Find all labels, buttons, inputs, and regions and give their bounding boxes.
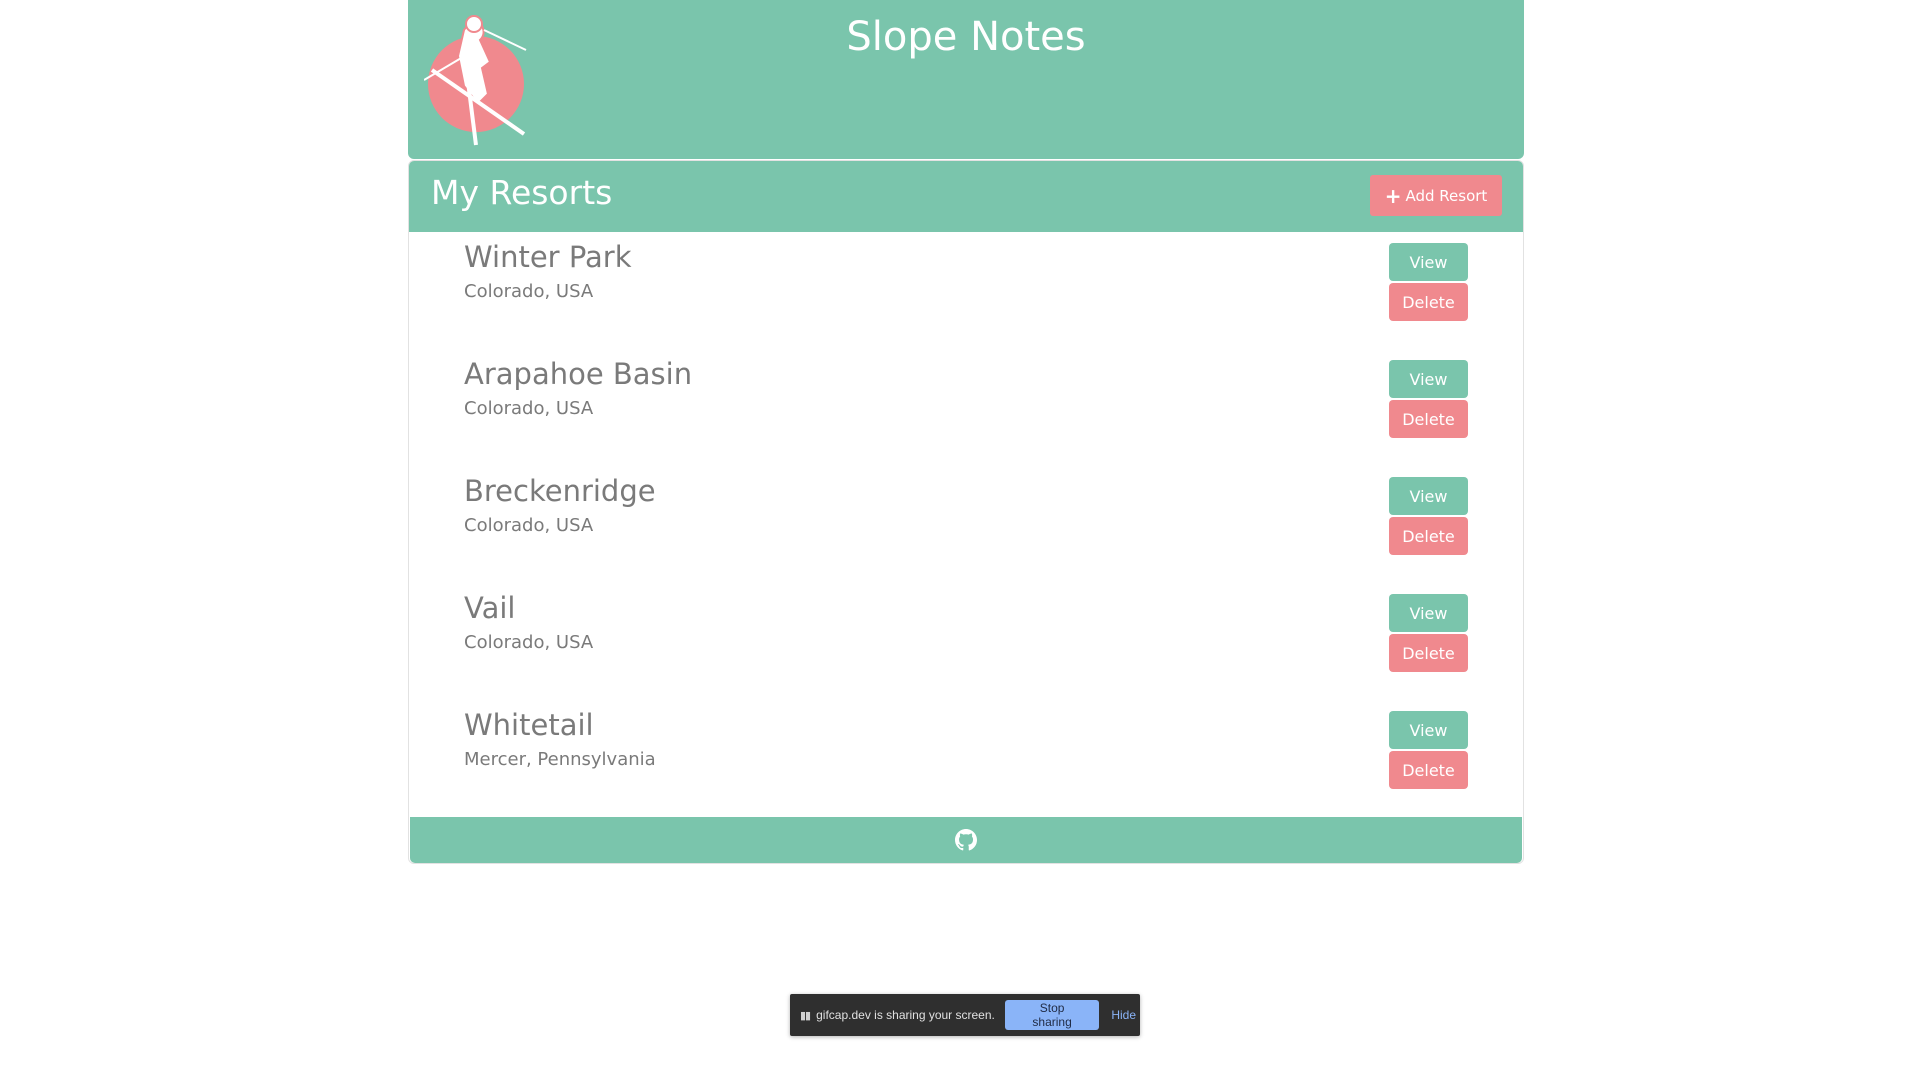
app-title: Slope Notes xyxy=(846,14,1086,60)
app-container: Slope Notes My Resorts + Add Resort Wint… xyxy=(408,0,1524,864)
stop-sharing-button[interactable]: Stop sharing xyxy=(1004,1000,1100,1030)
pause-icon: ▮▮ xyxy=(800,1008,811,1022)
resorts-card: My Resorts + Add Resort Winter Park Colo… xyxy=(408,160,1524,864)
list-item: Vail Colorado, USA View Delete xyxy=(409,583,1523,700)
delete-button[interactable]: Delete xyxy=(1389,634,1468,672)
resort-name: Whitetail xyxy=(464,708,594,742)
list-item: Arapahoe Basin Colorado, USA View Delete xyxy=(409,349,1523,466)
resort-location: Colorado, USA xyxy=(464,632,594,653)
view-button[interactable]: View xyxy=(1389,711,1468,749)
card-footer xyxy=(410,817,1522,863)
page-title: My Resorts xyxy=(431,173,613,212)
resort-name: Breckenridge xyxy=(464,474,656,508)
delete-button[interactable]: Delete xyxy=(1389,751,1468,789)
delete-button[interactable]: Delete xyxy=(1389,283,1468,321)
resort-name: Winter Park xyxy=(464,240,632,274)
plus-icon: + xyxy=(1384,183,1402,208)
resort-location: Mercer, Pennsylvania xyxy=(464,749,656,770)
resort-name: Vail xyxy=(464,591,516,625)
resort-name: Arapahoe Basin xyxy=(464,357,693,391)
view-button[interactable]: View xyxy=(1389,360,1468,398)
delete-button[interactable]: Delete xyxy=(1389,400,1468,438)
add-resort-button[interactable]: + Add Resort xyxy=(1370,175,1502,216)
github-icon[interactable] xyxy=(955,829,977,851)
list-item: Winter Park Colorado, USA View Delete xyxy=(409,232,1523,349)
list-item: Breckenridge Colorado, USA View Delete xyxy=(409,466,1523,583)
resort-list: Winter Park Colorado, USA View Delete Ar… xyxy=(409,232,1523,817)
view-button[interactable]: View xyxy=(1389,243,1468,281)
screen-share-bar: ▮▮ gifcap.dev is sharing your screen. St… xyxy=(790,994,1140,1036)
add-resort-label: Add Resort xyxy=(1405,186,1488,205)
resort-location: Colorado, USA xyxy=(464,398,594,419)
list-item: Whitetail Mercer, Pennsylvania View Dele… xyxy=(409,700,1523,817)
resorts-card-header: My Resorts + Add Resort xyxy=(409,161,1523,232)
share-message: gifcap.dev is sharing your screen. xyxy=(816,1008,995,1022)
view-button[interactable]: View xyxy=(1389,477,1468,515)
view-button[interactable]: View xyxy=(1389,594,1468,632)
hide-button[interactable]: Hide xyxy=(1107,1008,1140,1022)
resort-location: Colorado, USA xyxy=(464,281,594,302)
resort-location: Colorado, USA xyxy=(464,515,594,536)
app-header: Slope Notes xyxy=(408,0,1524,159)
delete-button[interactable]: Delete xyxy=(1389,517,1468,555)
